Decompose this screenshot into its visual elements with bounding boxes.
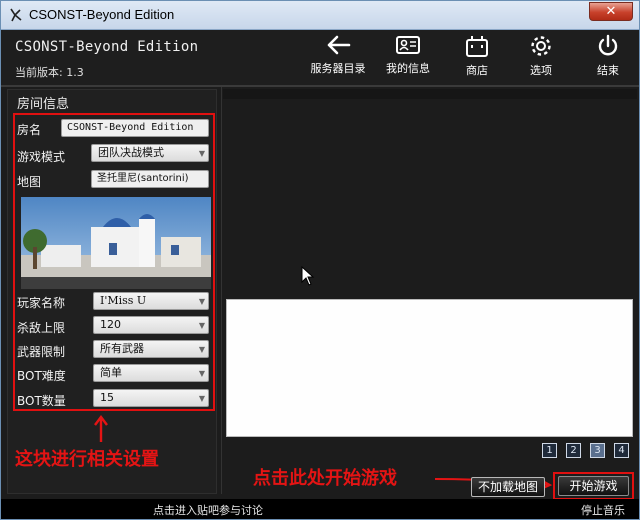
room-info-title: 房间信息 — [17, 97, 70, 112]
forum-link[interactable]: 点击进入贴吧参与讨论 — [153, 502, 263, 518]
server-list-label: 服务器目录 — [310, 62, 366, 75]
status-bar — [1, 499, 639, 519]
settings-annotation: 这块进行相关设置 — [15, 449, 159, 470]
mouse-cursor-icon — [301, 266, 315, 286]
page-button-2[interactable]: 2 — [566, 443, 581, 458]
exit-label: 结束 — [597, 64, 619, 77]
app-window: CSONST-Beyond Edition ✕ CSONST-Beyond Ed… — [0, 0, 640, 520]
shop-label: 商店 — [466, 64, 488, 77]
my-info-button[interactable]: 我的信息 — [377, 34, 439, 82]
server-list-button[interactable]: 服务器目录 — [307, 34, 369, 82]
no-load-map-button[interactable]: 不加载地图 — [471, 477, 545, 497]
shop-icon — [466, 36, 488, 57]
page-button-1[interactable]: 1 — [542, 443, 557, 458]
id-card-icon — [396, 36, 420, 54]
stop-music-button[interactable]: 停止音乐 — [581, 502, 625, 518]
version-label: 当前版本: 1.3 — [15, 66, 84, 79]
page-button-4[interactable]: 4 — [614, 443, 629, 458]
app-name: CSONST-Beyond Edition — [15, 39, 199, 55]
start-annotation: 点击此处开始游戏 — [253, 468, 397, 489]
title-bar: CSONST-Beyond Edition ✕ — [1, 1, 639, 30]
arrow-up-icon — [94, 415, 108, 442]
shop-button[interactable]: 商店 — [446, 34, 508, 82]
page-button-3[interactable]: 3 — [590, 443, 605, 458]
start-game-button[interactable]: 开始游戏 — [558, 476, 629, 496]
options-label: 选项 — [530, 64, 552, 77]
close-button[interactable]: ✕ — [589, 2, 633, 21]
server-panel-header — [223, 89, 637, 99]
settings-highlight-box — [13, 113, 215, 411]
gear-icon — [531, 36, 551, 56]
header-toolbar: CSONST-Beyond Edition 当前版本: 1.3 服务器目录 我的… — [1, 30, 639, 85]
arrow-left-icon — [327, 35, 351, 55]
exit-button[interactable]: 结束 — [577, 34, 639, 82]
window-title: CSONST-Beyond Edition — [29, 7, 175, 22]
app-logo-icon — [8, 7, 24, 23]
server-list[interactable] — [226, 299, 633, 437]
power-icon — [598, 34, 618, 56]
options-button[interactable]: 选项 — [510, 34, 572, 82]
my-info-label: 我的信息 — [386, 62, 430, 75]
